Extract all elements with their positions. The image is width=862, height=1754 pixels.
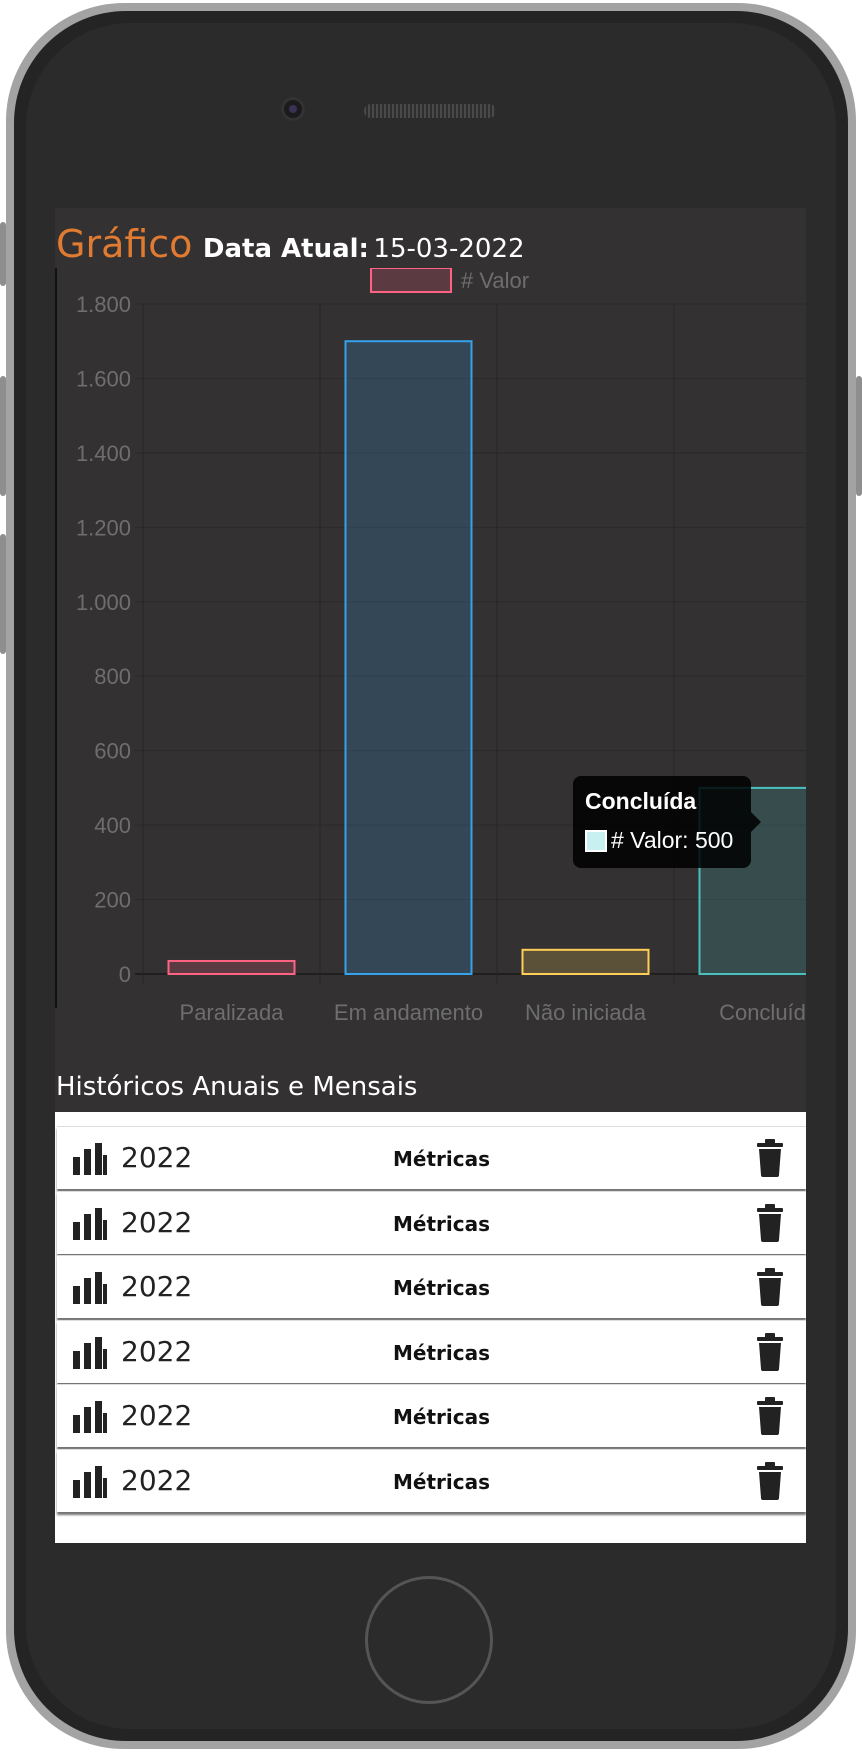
list-item-metrics-link[interactable]: Métricas (57, 1405, 806, 1429)
y-tick-label: 1.000 (76, 590, 131, 615)
y-tick-label: 1.400 (76, 441, 131, 466)
history-list: 2022 Métricas 2022 Métricas 2022 Métricas 2022… (55, 1112, 806, 1543)
date-value: 15-03-2022 (373, 234, 525, 264)
list-item-metrics-link[interactable]: Métricas (57, 1470, 806, 1494)
bar-chart[interactable]: 1.800 1.600 1.400 1.200 1.000 800 600 400 200 0 Pa… (55, 268, 806, 1068)
x-tick-label: Não iniciada (525, 1000, 647, 1025)
camera-icon (281, 97, 305, 121)
y-tick-label: 800 (94, 664, 131, 689)
y-tick-label: 600 (94, 739, 131, 764)
bar-paralizada (167, 959, 296, 976)
tooltip-text: # Valor: 500 (611, 827, 734, 853)
tooltip-title: Concluída (585, 788, 697, 814)
trash-icon[interactable] (755, 1332, 785, 1376)
list-item[interactable]: 2022 Métricas (57, 1319, 806, 1383)
phone-side-button (0, 222, 6, 286)
list-item[interactable]: 2022 Métricas (57, 1126, 806, 1189)
list-item-metrics-link[interactable]: Métricas (57, 1341, 806, 1365)
history-title: Históricos Anuais e Mensais (56, 1072, 418, 1102)
bar-não-iniciada (521, 948, 650, 975)
trash-icon[interactable] (755, 1268, 785, 1311)
list-item[interactable]: 2022 Métricas (57, 1255, 806, 1318)
x-tick-label: Concluíd (719, 1000, 806, 1025)
trash-icon[interactable] (755, 1139, 785, 1182)
page-header: Gráfico Data Atual: 15-03-2022 (56, 222, 525, 266)
y-tick-label: 1.600 (76, 366, 131, 391)
tooltip-line: # Valor: 500 (585, 827, 739, 854)
y-tick-label: 400 (94, 813, 131, 838)
speaker-grille (364, 104, 496, 118)
list-item-metrics-link[interactable]: Métricas (57, 1276, 806, 1300)
phone-power-button (856, 376, 862, 496)
y-tick-label: 200 (94, 888, 131, 913)
y-tick-label: 1.800 (76, 292, 131, 317)
list-item-metrics-link[interactable]: Métricas (57, 1212, 806, 1236)
y-tick-label: 1.200 (76, 515, 131, 540)
trash-icon[interactable] (755, 1397, 785, 1440)
trash-icon[interactable] (755, 1203, 785, 1247)
x-tick-label: Paralizada (180, 1000, 285, 1025)
tooltip-swatch (585, 829, 607, 852)
list-item-metrics-link[interactable]: Métricas (57, 1147, 806, 1171)
list-item[interactable]: 2022 Métricas (57, 1190, 806, 1254)
list-item[interactable]: 2022 Métricas (57, 1448, 806, 1512)
list-item[interactable]: 2022 Métricas (57, 1384, 806, 1447)
app-screen: Gráfico Data Atual: 15-03-2022 1.800 1.60… (55, 208, 806, 1543)
x-tick-label: Em andamento (334, 1000, 483, 1025)
date-label: Data Atual: (202, 234, 369, 264)
home-button[interactable] (365, 1576, 493, 1704)
bar-em-andamento (344, 340, 473, 975)
y-tick-label: 0 (119, 962, 131, 987)
phone-volume-up (0, 376, 6, 496)
phone-volume-down (0, 534, 6, 654)
page-title: Gráfico (56, 222, 193, 266)
trash-icon[interactable] (755, 1461, 785, 1505)
chart-tooltip: Concluída # Valor: 500 (573, 776, 761, 868)
legend-label: # Valor (461, 268, 529, 293)
legend-swatch (370, 268, 452, 293)
